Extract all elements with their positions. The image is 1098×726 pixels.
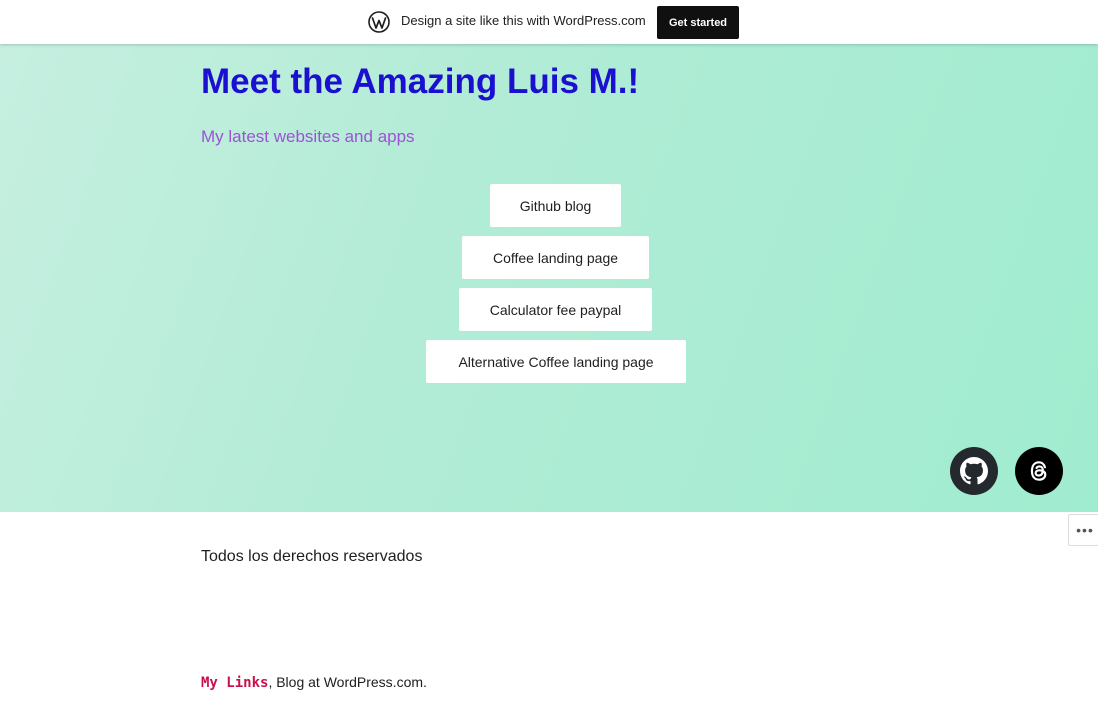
banner-text: Design a site like this with WordPress.c… xyxy=(401,13,646,28)
alternative-coffee-landing-page-button[interactable]: Alternative Coffee landing page xyxy=(426,340,686,383)
my-links-link[interactable]: My Links xyxy=(201,675,268,691)
blog-at-wordpress-link[interactable]: Blog at WordPress.com. xyxy=(276,674,427,690)
wordpress-banner: Design a site like this with WordPress.c… xyxy=(0,0,1098,44)
github-social-link[interactable] xyxy=(950,447,998,495)
copyright-text: Todos los derechos reservados xyxy=(201,548,423,565)
hero-section: Meet the Amazing Luis M.! My latest webs… xyxy=(0,44,1098,512)
ellipsis-icon: ••• xyxy=(1076,522,1094,538)
site-title[interactable]: Meet the Amazing Luis M.! xyxy=(201,62,639,102)
github-blog-button[interactable]: Github blog xyxy=(490,184,621,227)
site-credit: My Links, Blog at WordPress.com. xyxy=(201,674,427,691)
get-started-button[interactable]: Get started xyxy=(657,6,739,39)
github-icon xyxy=(960,457,988,485)
wordpress-logo-icon[interactable] xyxy=(368,11,390,33)
site-tagline: My latest websites and apps xyxy=(201,127,415,146)
threads-social-link[interactable] xyxy=(1015,447,1063,495)
more-options-button[interactable]: ••• xyxy=(1068,514,1098,546)
coffee-landing-page-button[interactable]: Coffee landing page xyxy=(462,236,649,279)
calculator-fee-paypal-button[interactable]: Calculator fee paypal xyxy=(459,288,652,331)
threads-icon xyxy=(1030,461,1047,481)
